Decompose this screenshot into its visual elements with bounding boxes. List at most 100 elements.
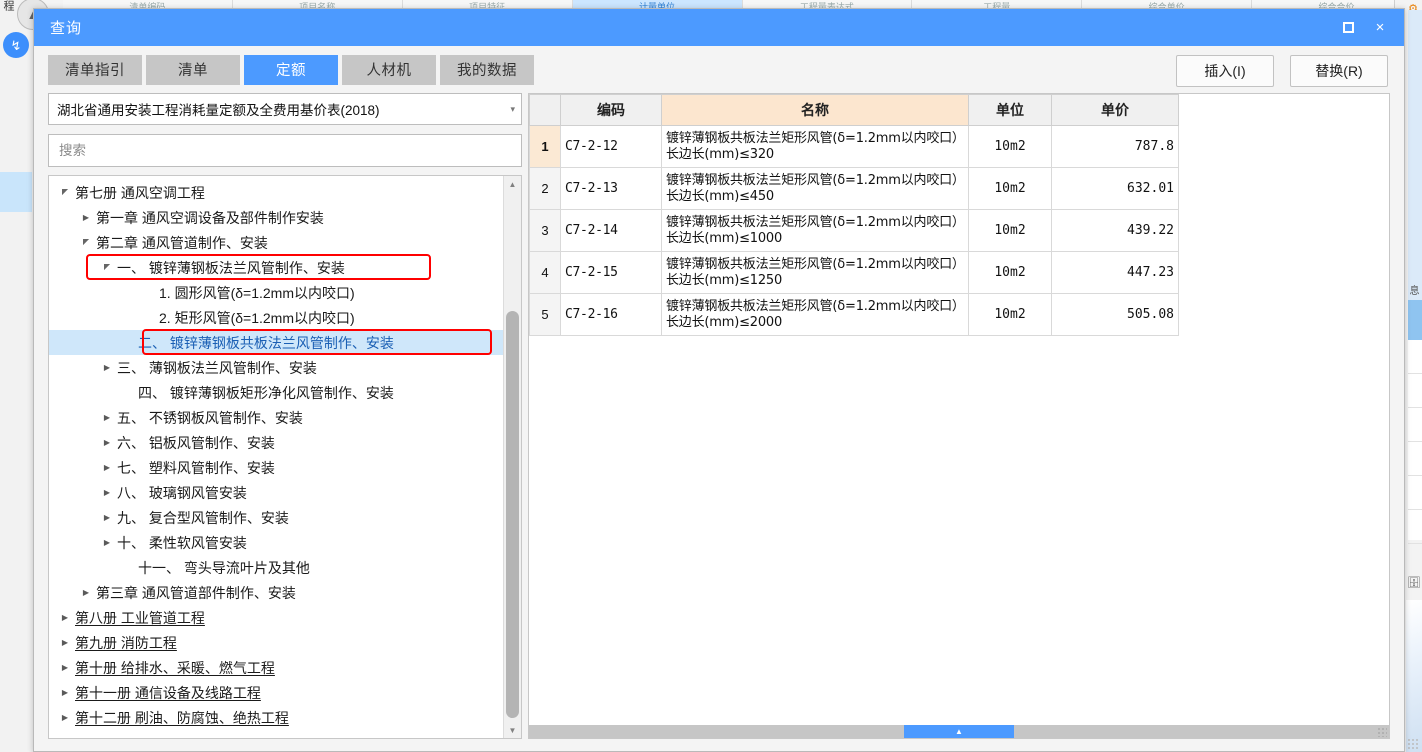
horizontal-scrollbar-thumb[interactable]: ▲ (904, 725, 1014, 738)
tree-item-21[interactable]: ▶ 第十二册 刷油、防腐蚀、绝热工程 (49, 705, 503, 730)
tab-3[interactable]: 人材机 (342, 54, 436, 85)
column-header-3[interactable]: 单位 (968, 94, 1052, 126)
table-row[interactable]: 1 C7-2-12 镀锌薄钢板共板法兰矩形风管(δ=1.2mm以内咬口）长边长(mm… (529, 125, 1179, 168)
tree-item-8[interactable]: ▶四、 镀锌薄钢板矩形净化风管制作、安装 (49, 380, 503, 405)
tree-item-0[interactable]: ◢ 第七册 通风空调工程 (49, 180, 503, 205)
cell-name[interactable]: 镀锌薄钢板共板法兰矩形风管(δ=1.2mm以内咬口）长边长(mm)≤1000 (661, 209, 969, 252)
cell-idx[interactable]: 4 (529, 251, 561, 294)
cell-unit[interactable]: 10m2 (968, 167, 1052, 210)
column-header-1[interactable]: 编码 (560, 94, 662, 126)
tree-item-7[interactable]: ▶ 三、 薄钢板法兰风管制作、安装 (49, 355, 503, 380)
insert-button[interactable]: 插入(I) (1176, 55, 1274, 87)
tree-item-16[interactable]: ▶ 第三章 通风管道部件制作、安装 (49, 580, 503, 605)
column-header-2[interactable]: 名称 (661, 94, 969, 126)
tree-collapsed-icon[interactable]: ▶ (78, 588, 94, 597)
table-row[interactable]: 3 C7-2-14 镀锌薄钢板共板法兰矩形风管(δ=1.2mm以内咬口）长边长(mm… (529, 209, 1179, 252)
tree-collapsed-icon[interactable]: ▶ (99, 488, 115, 497)
background-right-tab-label[interactable]: 息 (1404, 255, 1420, 325)
column-header-4[interactable]: 单价 (1051, 94, 1179, 126)
tree-item-1[interactable]: ▶ 第一章 通风空调设备及部件制作安装 (49, 205, 503, 230)
tab-4[interactable]: 我的数据 (440, 54, 534, 85)
cell-unit[interactable]: 10m2 (968, 251, 1052, 294)
tree-item-11[interactable]: ▶ 七、 塑料风管制作、安装 (49, 455, 503, 480)
tree-item-15[interactable]: ▶十一、 弯头导流叶片及其他 (49, 555, 503, 580)
table-row[interactable]: 5 C7-2-16 镀锌薄钢板共板法兰矩形风管(δ=1.2mm以内咬口）长边长(mm… (529, 293, 1179, 336)
tree-expanded-icon[interactable]: ◢ (57, 188, 73, 197)
cell-price[interactable]: 505.08 (1051, 293, 1179, 336)
tree-item-5[interactable]: ▶2. 矩形风管(δ=1.2mm以内咬口) (49, 305, 503, 330)
tree-expanded-icon[interactable]: ◢ (78, 238, 94, 247)
search-box[interactable] (48, 134, 522, 167)
tree-item-18[interactable]: ▶ 第九册 消防工程 (49, 630, 503, 655)
cell-unit[interactable]: 10m2 (968, 209, 1052, 252)
search-input[interactable] (57, 142, 513, 159)
table-row[interactable]: 4 C7-2-15 镀锌薄钢板共板法兰矩形风管(δ=1.2mm以内咬口）长边长(mm… (529, 251, 1179, 294)
tree-collapsed-icon[interactable]: ▶ (99, 413, 115, 422)
tree-vertical-scrollbar[interactable]: ▲ ▼ (503, 176, 521, 738)
dialog-resize-grip[interactable] (1377, 727, 1387, 737)
cell-code[interactable]: C7-2-16 (560, 293, 662, 336)
cell-unit[interactable]: 10m2 (968, 125, 1052, 168)
scroll-down-arrow-icon[interactable]: ▼ (504, 722, 521, 738)
cell-code[interactable]: C7-2-12 (560, 125, 662, 168)
tree-item-10[interactable]: ▶ 六、 铝板风管制作、安装 (49, 430, 503, 455)
tab-1[interactable]: 清单 (146, 54, 240, 85)
cell-idx[interactable]: 1 (529, 125, 561, 168)
cell-price[interactable]: 447.23 (1051, 251, 1179, 294)
catalog-tree[interactable]: ◢ 第七册 通风空调工程 ▶ 第一章 通风空调设备及部件制作安装 ◢ 第二章 通风管道制作… (49, 176, 503, 738)
tab-2[interactable]: 定额 (244, 54, 338, 85)
cell-price[interactable]: 632.01 (1051, 167, 1179, 210)
cell-idx[interactable]: 5 (529, 293, 561, 336)
window-resize-grip[interactable] (1407, 738, 1419, 750)
tree-collapsed-icon[interactable]: ▶ (99, 438, 115, 447)
tree-item-19[interactable]: ▶ 第十册 给排水、采暖、燃气工程 (49, 655, 503, 680)
cell-name[interactable]: 镀锌薄钢板共板法兰矩形风管(δ=1.2mm以内咬口）长边长(mm)≤2000 (661, 293, 969, 336)
tree-collapsed-icon[interactable]: ▶ (57, 713, 73, 722)
close-button[interactable]: × (1364, 14, 1396, 42)
cell-code[interactable]: C7-2-14 (560, 209, 662, 252)
cell-code[interactable]: C7-2-15 (560, 251, 662, 294)
tree-collapsed-icon[interactable]: ▶ (99, 463, 115, 472)
cell-name[interactable]: 镀锌薄钢板共板法兰矩形风管(δ=1.2mm以内咬口）长边长(mm)≤1250 (661, 251, 969, 294)
tree-expanded-icon[interactable]: ◢ (99, 263, 115, 272)
tree-collapsed-icon[interactable]: ▶ (57, 613, 73, 622)
tree-collapsed-icon[interactable]: ▶ (78, 213, 94, 222)
right-pane: 编码 名称 单位 单价 1 C7-2-12 镀锌薄钢板共板法兰矩形风管(δ=1.2mm以内… (528, 93, 1390, 739)
tree-item-17[interactable]: ▶ 第八册 工业管道工程 (49, 605, 503, 630)
tree-item-3[interactable]: ◢ 一、 镀锌薄钢板法兰风管制作、安装 (49, 255, 503, 280)
cell-price[interactable]: 439.22 (1051, 209, 1179, 252)
cell-name[interactable]: 镀锌薄钢板共板法兰矩形风管(δ=1.2mm以内咬口）长边长(mm)≤450 (661, 167, 969, 210)
cell-name[interactable]: 镀锌薄钢板共板法兰矩形风管(δ=1.2mm以内咬口）长边长(mm)≤320 (661, 125, 969, 168)
cell-price[interactable]: 787.8 (1051, 125, 1179, 168)
tree-item-13[interactable]: ▶ 九、 复合型风管制作、安装 (49, 505, 503, 530)
cell-unit[interactable]: 10m2 (968, 293, 1052, 336)
tree-collapsed-icon[interactable]: ▶ (99, 513, 115, 522)
tree-item-9[interactable]: ▶ 五、 不锈钢板风管制作、安装 (49, 405, 503, 430)
tree-collapsed-icon[interactable]: ▶ (99, 538, 115, 547)
dialog-title-bar[interactable]: 查询 × (34, 9, 1404, 46)
scroll-up-arrow-icon[interactable]: ▲ (504, 176, 521, 192)
cell-idx[interactable]: 3 (529, 209, 561, 252)
tree-collapsed-icon[interactable]: ▶ (99, 363, 115, 372)
tree-item-6[interactable]: ▶二、 镀锌薄钢板共板法兰风管制作、安装 (49, 330, 503, 355)
tree-collapsed-icon[interactable]: ▶ (57, 638, 73, 647)
replace-button[interactable]: 替换(R) (1290, 55, 1388, 87)
library-select[interactable]: 湖北省通用安装工程消耗量定额及全费用基价表(2018) ▾ (48, 93, 522, 125)
tree-collapsed-icon[interactable]: ▶ (57, 663, 73, 672)
table-row[interactable]: 2 C7-2-13 镀锌薄钢板共板法兰矩形风管(δ=1.2mm以内咬口）长边长(mm… (529, 167, 1179, 210)
tab-strip: 清单指引 清单 定额 人材机 我的数据 (48, 54, 534, 85)
cell-code[interactable]: C7-2-13 (560, 167, 662, 210)
maximize-button[interactable] (1332, 14, 1364, 42)
tab-0[interactable]: 清单指引 (48, 54, 142, 85)
tree-item-20[interactable]: ▶ 第十一册 通信设备及线路工程 (49, 680, 503, 705)
horizontal-scrollbar[interactable]: ▲ (529, 725, 1389, 738)
cell-idx[interactable]: 2 (529, 167, 561, 210)
tree-item-2[interactable]: ◢ 第二章 通风管道制作、安装 (49, 230, 503, 255)
scrollbar-thumb[interactable] (506, 311, 519, 718)
tree-collapsed-icon[interactable]: ▶ (57, 688, 73, 697)
download-icon[interactable]: ↯ (3, 32, 29, 58)
tree-item-12[interactable]: ▶ 八、 玻璃钢风管安装 (49, 480, 503, 505)
tree-item-14[interactable]: ▶ 十、 柔性软风管安装 (49, 530, 503, 555)
column-header-0[interactable] (529, 94, 561, 126)
tree-item-4[interactable]: ▶1. 圆形风管(δ=1.2mm以内咬口) (49, 280, 503, 305)
